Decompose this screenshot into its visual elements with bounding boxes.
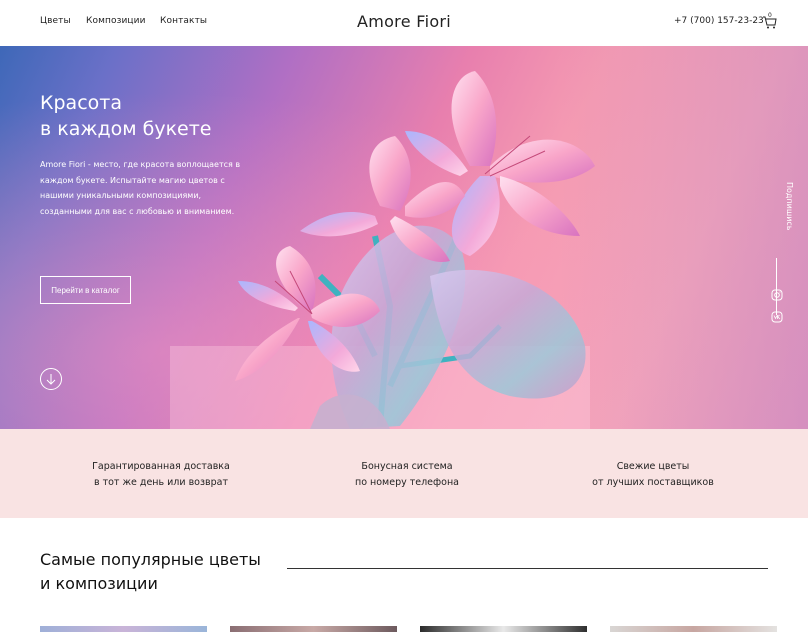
- product-card-image[interactable]: [610, 626, 777, 632]
- scroll-down-button[interactable]: [40, 368, 62, 390]
- arrow-down-icon: [46, 374, 56, 385]
- instagram-icon: [771, 289, 783, 301]
- product-card-image[interactable]: [40, 626, 207, 632]
- hero-title: Красота в каждом букете: [40, 90, 300, 142]
- instagram-link[interactable]: [771, 286, 783, 301]
- hero-banner: Красота в каждом букете Amore Fiori - ме…: [0, 46, 808, 429]
- subscribe-block: Подпишись: [766, 182, 796, 242]
- popular-title-line: Самые популярные цветы: [40, 550, 261, 569]
- feature-line: Гарантированная доставка: [92, 461, 230, 472]
- phone-link[interactable]: +7 (700) 157-23-23: [674, 16, 764, 26]
- site-header: Цветы Композиции Контакты Amore Fiori +7…: [0, 0, 808, 46]
- product-card-image[interactable]: [230, 626, 397, 632]
- subscribe-label: Подпишись: [785, 182, 794, 231]
- feature-line: от лучших поставщиков: [592, 477, 714, 488]
- vk-link[interactable]: [771, 308, 783, 323]
- feature-line: в тот же день или возврат: [93, 477, 229, 488]
- feature-line: Бонусная система: [361, 461, 453, 472]
- popular-divider: [287, 568, 768, 569]
- feature-line: по номеру телефона: [354, 477, 459, 488]
- popular-section-title: Самые популярные цветы и композиции: [40, 548, 300, 596]
- cart-button[interactable]: 0: [762, 12, 778, 30]
- popular-title-line: и композиции: [40, 574, 158, 593]
- feature-fresh: Свежие цветы от лучших поставщиков: [553, 459, 753, 491]
- features-band: Гарантированная доставка в тот же день и…: [0, 429, 808, 518]
- feature-line: Свежие цветы: [616, 461, 690, 472]
- feature-bonus: Бонусная система по номеру телефона: [307, 459, 507, 491]
- cart-count-badge: 0: [768, 12, 772, 19]
- hero-title-line: Красота: [40, 92, 122, 114]
- hero-description: Amore Fiori - место, где красота воплоща…: [40, 160, 241, 216]
- catalog-button[interactable]: Перейти в каталог: [40, 276, 131, 304]
- product-card-image[interactable]: [420, 626, 587, 632]
- feature-delivery: Гарантированная доставка в тот же день и…: [61, 459, 261, 491]
- hero-title-line: в каждом букете: [40, 118, 212, 140]
- vk-icon: [771, 311, 783, 323]
